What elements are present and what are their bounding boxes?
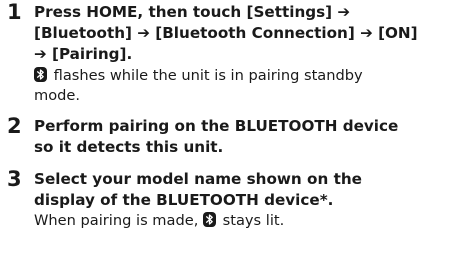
note-text: stays lit. [218,212,285,230]
note-line: mode. [34,86,449,107]
note-text: flashes while the unit is in pairing sta… [49,66,363,84]
note-text: When pairing is made, [34,212,203,230]
instruction-text: Perform pairing on the BLUETOOTH device [34,117,399,135]
instruction-line: ➔ [Pairing]. [34,44,449,65]
instruction-text: [Bluetooth Connection] [150,24,361,43]
step-body: Select your model name shown on the disp… [34,169,449,232]
instruction-line: so it detects this unit. [34,137,449,158]
instruction-line: Perform pairing on the BLUETOOTH device [34,116,449,137]
step-body: Perform pairing on the BLUETOOTH device … [34,116,449,158]
arrow-right-icon: ➔ [360,24,373,43]
note-text: mode. [34,87,81,105]
instruction-text: [Pairing]. [46,45,133,64]
step-number: 2 [7,114,22,138]
arrow-right-icon: ➔ [34,45,47,64]
step-number: 1 [7,0,22,24]
step-body: Press HOME, then touch [Settings] ➔ [Blu… [34,2,449,107]
arrow-right-icon: ➔ [137,24,150,43]
bluetooth-icon [203,212,216,228]
instruction-line: Press HOME, then touch [Settings] ➔ [34,2,449,23]
instruction-text: [Bluetooth] [34,24,138,43]
bluetooth-icon [34,66,47,82]
instruction-line: Select your model name shown on the [34,169,449,190]
arrow-right-icon: ➔ [337,3,351,21]
note-line: When pairing is made, stays lit. [34,211,449,232]
instruction-text: Press HOME, then touch [Settings] [34,3,338,21]
instruction-line: display of the BLUETOOTH device*. [34,190,449,211]
instruction-line: [Bluetooth] ➔ [Bluetooth Connection] ➔ [… [34,23,449,44]
instruction-text: [ON] [372,24,418,43]
instruction-text: so it detects this unit. [34,138,224,157]
step-number: 3 [7,167,22,191]
instruction-text: display of the BLUETOOTH device*. [34,191,334,210]
note-line: flashes while the unit is in pairing sta… [34,66,449,87]
instruction-text: Select your model name shown on the [34,170,362,188]
